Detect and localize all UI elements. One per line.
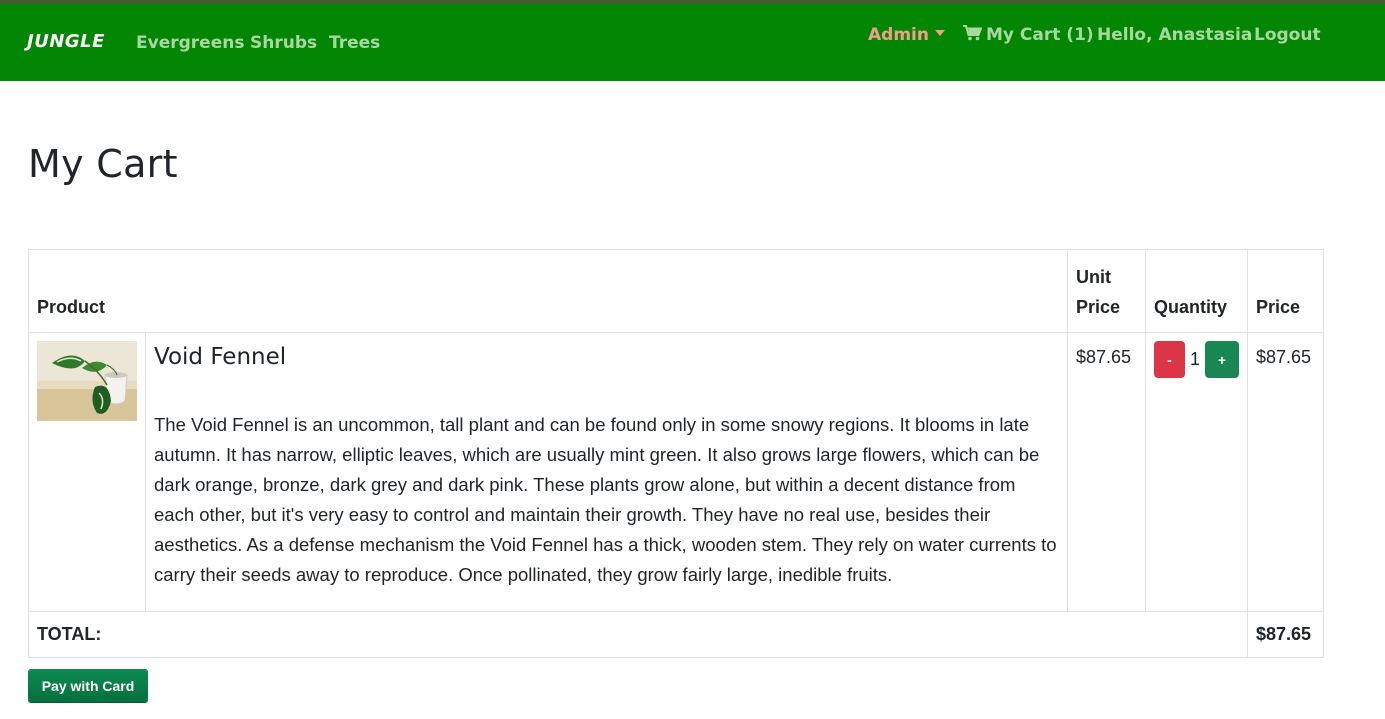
product-name: Void Fennel: [154, 344, 287, 370]
caret-down-icon: [934, 30, 945, 36]
header-quantity: Quantity: [1144, 249, 1249, 333]
brand-logo[interactable]: JUNGLE: [27, 31, 105, 52]
cart-label: My Cart (1): [986, 25, 1094, 45]
total-label: TOTAL:: [28, 611, 1248, 658]
nav-link-evergreens[interactable]: Evergreens: [136, 33, 244, 53]
quantity-cell: - 1 +: [1144, 332, 1249, 612]
greeting: Hello, Anastasia: [1097, 25, 1253, 45]
product-image[interactable]: [37, 341, 137, 421]
page-title: My Cart: [28, 142, 178, 186]
admin-label: Admin: [868, 25, 929, 45]
cart-link[interactable]: My Cart (1): [963, 25, 1094, 45]
product-image-cell: [28, 332, 146, 612]
product-info-cell: Void Fennel The Void Fennel is an uncomm…: [145, 332, 1068, 612]
pay-with-card-button[interactable]: Pay with Card: [28, 669, 148, 702]
unit-price: $87.65: [1066, 332, 1146, 612]
table-header-row: Product Unit Price Quantity Price: [28, 249, 1324, 333]
product-description: The Void Fennel is an uncommon, tall pla…: [154, 414, 1057, 585]
quantity-value: 1: [1189, 349, 1200, 369]
total-value: $87.65: [1247, 611, 1324, 658]
increment-button[interactable]: +: [1205, 341, 1239, 378]
total-row: TOTAL: $87.65: [28, 611, 1324, 658]
logout-link[interactable]: Logout: [1254, 25, 1321, 45]
quantity-stepper: - 1 +: [1153, 341, 1239, 378]
header-price-label: Price: [1075, 297, 1121, 317]
cart-icon: [963, 25, 982, 41]
header-price: Price: [1247, 249, 1324, 333]
header-product: Product: [28, 249, 1068, 333]
nav-link-trees[interactable]: Trees: [329, 33, 380, 53]
line-price: $87.65: [1247, 332, 1324, 612]
cart-table: Product UnitPrice Quantity Price Void F: [28, 249, 1324, 658]
header-unit-price: Unit Price: [1066, 249, 1146, 333]
nav-link-shrubs[interactable]: Shrubs: [250, 33, 317, 53]
navbar: JUNGLE Evergreens Shrubs Trees Admin My …: [0, 0, 1385, 81]
header-unit-label: Unit: [1075, 267, 1111, 287]
decrement-button[interactable]: -: [1153, 341, 1185, 378]
table-row: Void Fennel The Void Fennel is an uncomm…: [28, 332, 1324, 612]
admin-dropdown[interactable]: Admin: [868, 25, 945, 45]
